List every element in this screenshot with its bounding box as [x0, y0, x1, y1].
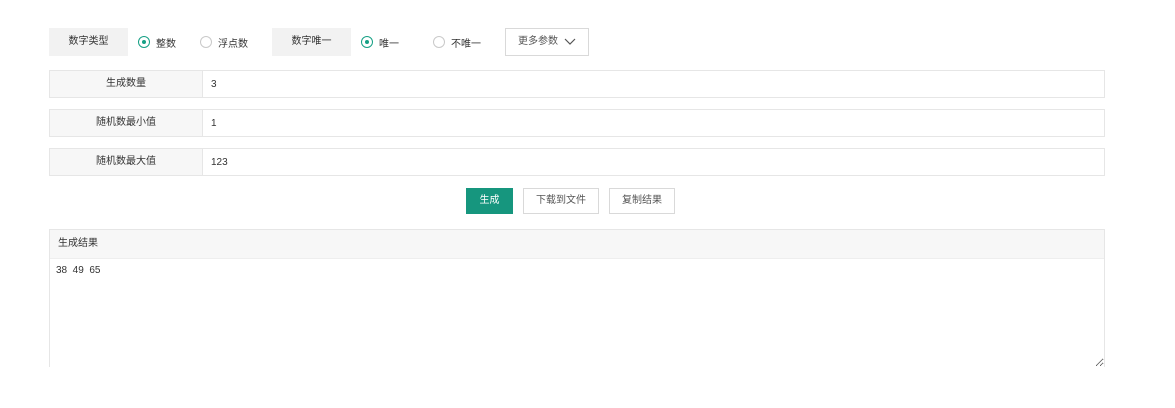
min-label: 随机数最小值: [50, 110, 203, 136]
count-row: 生成数量: [49, 70, 1105, 98]
float-radio-label[interactable]: 浮点数: [218, 35, 248, 50]
more-params-label[interactable]: 更多参数: [518, 29, 558, 55]
download-button[interactable]: 下载到文件: [523, 188, 599, 214]
unique-yes-radio[interactable]: 唯一: [361, 28, 399, 56]
max-label: 随机数最大值: [50, 149, 203, 175]
random-number-generator: 数字类型 整数 浮点数 数字唯一 唯一 不唯一 更多参数 生成数量 3 随机数最…: [0, 0, 1175, 408]
unique-label: 数字唯一: [272, 28, 351, 56]
action-buttons: 生成 下载到文件 复制结果: [466, 188, 675, 214]
count-input[interactable]: [203, 71, 1104, 97]
unique-no-radio-circle[interactable]: [433, 36, 445, 48]
unique-yes-radio-label[interactable]: 唯一: [379, 35, 399, 50]
more-params-button[interactable]: 更多参数: [505, 28, 589, 56]
unique-no-radio-label[interactable]: 不唯一: [451, 35, 481, 50]
max-row: 随机数最大值: [49, 148, 1105, 176]
count-label: 生成数量: [50, 71, 203, 97]
integer-radio-label[interactable]: 整数: [156, 35, 176, 50]
integer-radio-circle[interactable]: [138, 36, 150, 48]
unique-yes-radio-circle[interactable]: [361, 36, 373, 48]
result-textarea[interactable]: 38 49 65: [50, 259, 1104, 367]
float-radio[interactable]: 浮点数: [200, 28, 248, 56]
number-type-label: 数字类型: [49, 28, 128, 56]
integer-radio[interactable]: 整数: [138, 28, 176, 56]
float-radio-circle[interactable]: [200, 36, 212, 48]
min-input[interactable]: [203, 110, 1104, 136]
copy-button[interactable]: 复制结果: [609, 188, 675, 214]
result-title: 生成结果: [50, 230, 1104, 259]
generate-button[interactable]: 生成: [466, 188, 513, 214]
chevron-down-icon[interactable]: [564, 38, 576, 46]
min-row: 随机数最小值: [49, 109, 1105, 137]
result-panel: 生成结果 38 49 65: [49, 229, 1105, 367]
unique-no-radio[interactable]: 不唯一: [433, 28, 481, 56]
max-input[interactable]: [203, 149, 1104, 175]
options-row: 数字类型 整数 浮点数 数字唯一 唯一 不唯一 更多参数: [49, 28, 589, 56]
